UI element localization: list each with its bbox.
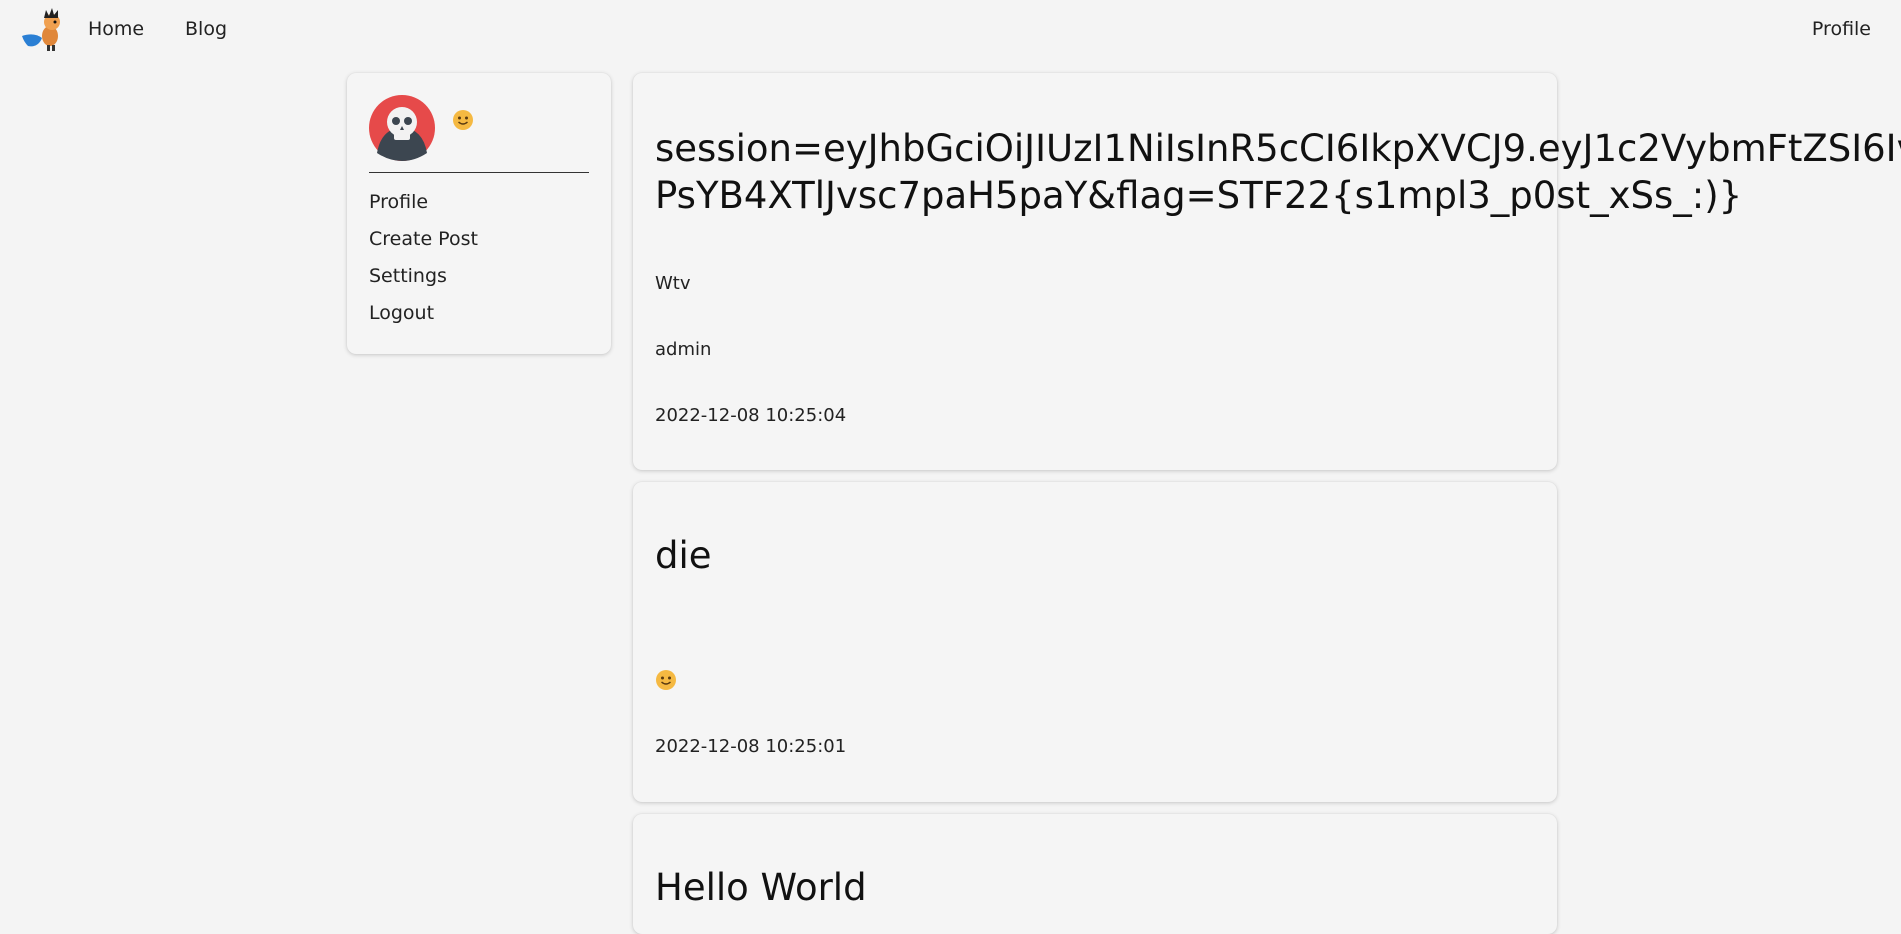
post-title-line: PsYB4XTlJvsc7paH5paY&flag=STF22{s1mpl3_p… — [655, 174, 1743, 217]
sidebar-divider — [369, 172, 589, 173]
sidebar-item-create-post[interactable]: Create Post — [369, 228, 478, 250]
mascot-logo-icon[interactable] — [20, 8, 68, 52]
avatar — [369, 95, 435, 161]
post-card: die 2022-12-08 10:25:01 — [633, 482, 1557, 802]
sidebar-item-profile[interactable]: Profile — [369, 191, 428, 213]
smiley-emoji-icon — [453, 110, 473, 130]
post-title: session=eyJhbGciOiJIUzI1NiIsInR5cCI6IkpX… — [655, 125, 1901, 219]
sidebar-item-logout[interactable]: Logout — [369, 302, 434, 324]
post-card: session=eyJhbGciOiJIUzI1NiIsInR5cCI6IkpX… — [633, 73, 1901, 470]
post-date: 2022-12-08 10:25:01 — [655, 736, 847, 757]
nav-blog-link[interactable]: Blog — [185, 18, 227, 40]
nav-profile-link[interactable]: Profile — [1812, 18, 1871, 40]
top-navbar: Home Blog Profile — [0, 0, 1901, 58]
post-title: die — [655, 534, 712, 577]
post-date: 2022-12-08 10:25:04 — [655, 405, 847, 426]
smiley-emoji-icon — [656, 670, 676, 690]
post-body: Wtv — [655, 273, 691, 294]
post-author: admin — [655, 339, 712, 360]
nav-home-link[interactable]: Home — [88, 18, 144, 40]
sidebar-item-settings[interactable]: Settings — [369, 265, 447, 287]
user-sidebar-card: Profile Create Post Settings Logout — [347, 73, 611, 354]
post-card: Hello World — [633, 814, 1557, 934]
post-title-line: session=eyJhbGciOiJIUzI1NiIsInR5cCI6IkpX… — [655, 127, 1901, 170]
post-title: Hello World — [655, 866, 867, 909]
